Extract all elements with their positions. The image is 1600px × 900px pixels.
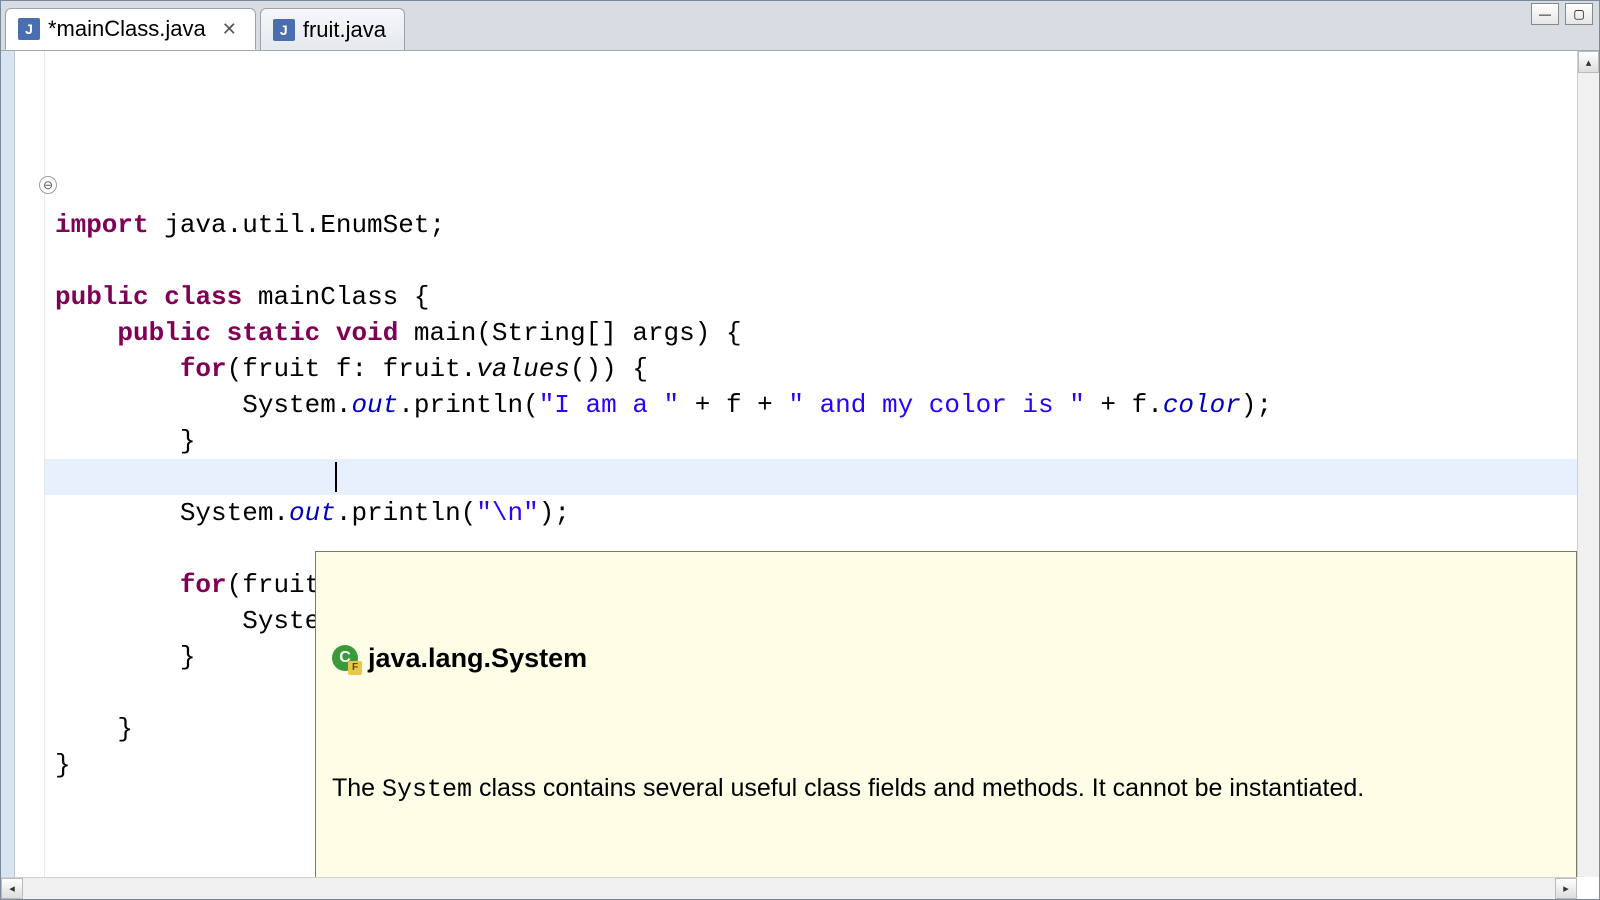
- gutter: [15, 51, 45, 877]
- java-file-icon: J: [273, 19, 295, 41]
- text-caret: [335, 462, 337, 492]
- editor-body: ⊖ import java.util.EnumSet; public class…: [1, 51, 1599, 877]
- window-controls: — ▢: [1531, 3, 1593, 25]
- class-icon: C: [332, 645, 358, 671]
- tab-mainclass[interactable]: J *mainClass.java ✕: [5, 8, 256, 50]
- code-editor[interactable]: import java.util.EnumSet; public class m…: [45, 51, 1577, 877]
- horizontal-scrollbar[interactable]: ◂ ▸: [1, 877, 1577, 899]
- vertical-scrollbar[interactable]: ▴: [1577, 51, 1599, 877]
- marker-bar: [1, 51, 15, 877]
- scrollbar-track[interactable]: [23, 878, 1555, 899]
- java-file-icon: J: [18, 18, 40, 40]
- scroll-right-icon[interactable]: ▸: [1555, 878, 1577, 899]
- tooltip-paragraph: The System class contains several useful…: [332, 770, 1560, 808]
- maximize-button[interactable]: ▢: [1565, 3, 1593, 25]
- tooltip-header: C java.lang.System: [332, 639, 1560, 678]
- minimize-button[interactable]: —: [1531, 3, 1559, 25]
- editor-window: — ▢ J *mainClass.java ✕ J fruit.java ⊖ i…: [0, 0, 1600, 900]
- scroll-left-icon[interactable]: ◂: [1, 878, 23, 899]
- tab-fruit[interactable]: J fruit.java: [260, 8, 405, 50]
- javadoc-tooltip[interactable]: C java.lang.System The System class cont…: [315, 551, 1577, 877]
- tab-bar: J *mainClass.java ✕ J fruit.java: [1, 1, 1599, 51]
- fold-toggle-icon[interactable]: ⊖: [39, 176, 57, 194]
- tab-label: *mainClass.java: [48, 16, 206, 42]
- scroll-up-icon[interactable]: ▴: [1578, 51, 1599, 73]
- close-icon[interactable]: ✕: [222, 19, 237, 40]
- tooltip-title: java.lang.System: [368, 639, 587, 678]
- tab-label: fruit.java: [303, 17, 386, 43]
